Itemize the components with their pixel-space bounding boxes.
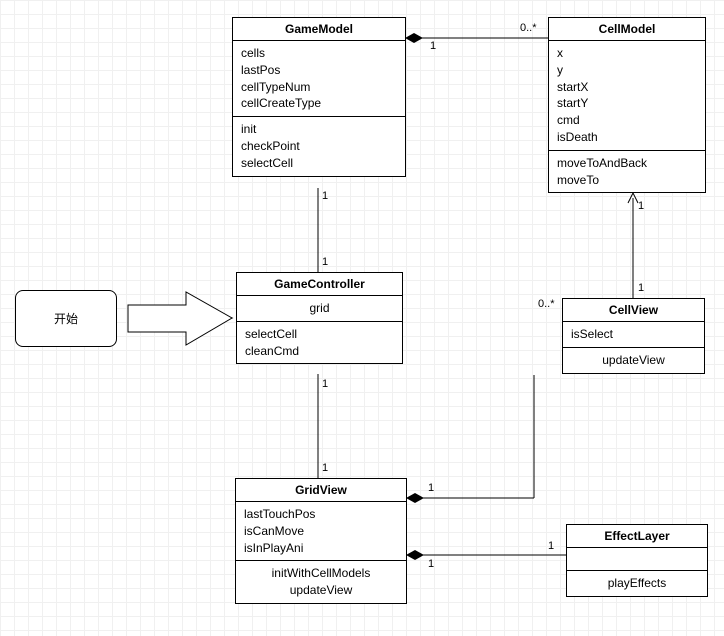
class-cellview: CellView isSelect updateView [562, 298, 705, 374]
class-ops: updateView [563, 348, 704, 373]
class-gamecontroller: GameController grid selectCell cleanCmd [236, 272, 403, 364]
mult: 1 [638, 200, 644, 212]
class-attrs: x y startX startY cmd isDeath [549, 41, 705, 151]
class-title: GameController [237, 273, 402, 296]
mult: 1 [638, 282, 644, 294]
class-attrs: isSelect [563, 322, 704, 348]
class-attrs: grid [237, 296, 402, 322]
class-ops: selectCell cleanCmd [237, 322, 402, 364]
class-attrs: lastTouchPos isCanMove isInPlayAni [236, 502, 406, 561]
start-node: 开始 [15, 290, 117, 347]
mult: 1 [322, 190, 328, 202]
class-attrs: cells lastPos cellTypeNum cellCreateType [233, 41, 405, 117]
mult: 1 [428, 482, 434, 494]
mult: 1 [322, 378, 328, 390]
mult: 1 [548, 540, 554, 552]
class-cellmodel: CellModel x y startX startY cmd isDeath … [548, 17, 706, 193]
class-title: GameModel [233, 18, 405, 41]
class-ops: initWithCellModels updateView [236, 561, 406, 603]
mult: 1 [322, 256, 328, 268]
class-title: CellView [563, 299, 704, 322]
class-ops: init checkPoint selectCell [233, 117, 405, 175]
class-effectlayer: EffectLayer playEffects [566, 524, 708, 597]
class-ops: playEffects [567, 571, 707, 596]
class-ops: moveToAndBack moveTo [549, 151, 705, 193]
mult: 1 [428, 558, 434, 570]
mult: 0..* [538, 298, 555, 310]
class-title: EffectLayer [567, 525, 707, 548]
mult: 1 [430, 40, 436, 52]
class-attrs [567, 548, 707, 571]
mult: 0..* [520, 22, 537, 34]
class-gamemodel: GameModel cells lastPos cellTypeNum cell… [232, 17, 406, 177]
class-gridview: GridView lastTouchPos isCanMove isInPlay… [235, 478, 407, 604]
class-title: GridView [236, 479, 406, 502]
class-title: CellModel [549, 18, 705, 41]
mult: 1 [322, 462, 328, 474]
start-label: 开始 [54, 310, 78, 327]
